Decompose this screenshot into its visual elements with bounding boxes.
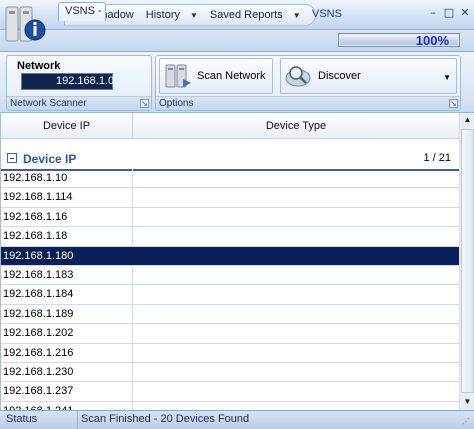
table-row[interactable]: 192.168.1.180 xyxy=(1,246,459,266)
network-scanner-group-label: Network Scanner xyxy=(7,96,151,110)
device-type-cell xyxy=(133,305,459,323)
group-page-count: 1 / 21 xyxy=(423,152,451,164)
options-group: Scan Network Discover ▼ Options ↘ xyxy=(155,55,461,111)
device-ip-cell: 192.168.1.16 xyxy=(1,207,133,227)
device-type-cell xyxy=(133,247,459,265)
qat-saved-reports-label: Saved Reports xyxy=(209,9,283,21)
ribbon: Network 192.168.1.0 Network Scanner ↘ Sc… xyxy=(0,51,474,113)
table-row[interactable]: 192.168.1.216 xyxy=(1,343,459,363)
qat-history-button[interactable]: History ▼ xyxy=(140,6,204,24)
table-row[interactable]: 192.168.1.114 xyxy=(1,188,459,208)
device-type-cell xyxy=(133,363,459,381)
scroll-up-icon[interactable]: ▲ xyxy=(461,114,474,127)
table-row[interactable]: 192.168.1.237 xyxy=(1,382,459,402)
maximize-icon[interactable]: □ xyxy=(442,7,456,21)
column-header-device-ip[interactable]: Device IP xyxy=(1,113,133,139)
device-ip-cell: 192.168.1.189 xyxy=(1,304,133,324)
device-grid: Device IP Device Type Device IP 1 / 21 1… xyxy=(0,113,474,422)
device-ip-cell: 192.168.1.216 xyxy=(1,343,133,362)
app-logo-icon[interactable] xyxy=(4,3,52,45)
qat-history-label: History xyxy=(145,9,180,21)
chevron-down-icon: ▼ xyxy=(190,10,198,20)
device-ip-cell: 192.168.1.184 xyxy=(1,285,133,304)
device-type-cell xyxy=(133,266,459,284)
table-row[interactable]: 192.168.1.230 xyxy=(1,362,459,383)
table-row[interactable]: 192.168.1.18 xyxy=(1,227,459,247)
scan-progress-bar: 100% xyxy=(338,33,460,48)
table-row[interactable]: 192.168.1.183 xyxy=(1,265,459,286)
device-type-cell xyxy=(133,324,459,342)
device-ip-cell: 192.168.1.10 xyxy=(1,169,133,188)
discover-icon xyxy=(285,66,311,87)
collapse-icon[interactable] xyxy=(7,153,17,163)
chevron-down-icon: ▼ xyxy=(292,10,301,20)
minimize-icon[interactable]: – xyxy=(426,7,440,21)
network-scanner-group: Network 192.168.1.0 Network Scanner ↘ xyxy=(6,55,152,111)
status-label: Status xyxy=(0,411,78,429)
network-field-label: Network xyxy=(17,60,61,72)
tab-vsns[interactable]: VSNS - xyxy=(58,2,106,21)
group-title: Device IP xyxy=(23,152,77,166)
discover-label: Discover xyxy=(318,70,361,82)
network-input[interactable]: 192.168.1.0 xyxy=(21,73,114,90)
dialog-launcher-icon[interactable]: ↘ xyxy=(449,99,458,108)
table-row[interactable]: 192.168.1.202 xyxy=(1,324,459,344)
scan-network-label: Scan Network xyxy=(197,70,266,82)
progress-text: 100% xyxy=(415,33,449,48)
column-header-device-type[interactable]: Device Type xyxy=(133,113,459,139)
device-type-cell xyxy=(133,208,459,226)
device-type-cell xyxy=(133,188,459,206)
dialog-launcher-icon[interactable]: ↘ xyxy=(140,99,149,108)
device-type-cell xyxy=(133,227,459,245)
resize-grip-icon[interactable]: ⋰ xyxy=(462,417,472,427)
device-ip-cell: 192.168.1.230 xyxy=(1,362,133,382)
device-ip-cell: 192.168.1.237 xyxy=(1,382,133,401)
vertical-scrollbar[interactable]: ▲ ▼ xyxy=(459,113,474,410)
window-title: VSNS xyxy=(312,8,342,20)
table-row[interactable]: 192.168.1.16 xyxy=(1,207,459,228)
device-ip-cell: 192.168.1.183 xyxy=(1,265,133,285)
scan-network-icon xyxy=(165,64,191,88)
device-type-cell xyxy=(133,169,459,187)
table-row[interactable]: 192.168.1.10 xyxy=(1,169,459,189)
scan-network-button[interactable]: Scan Network xyxy=(159,58,273,94)
device-ip-cell: 192.168.1.180 xyxy=(1,246,133,265)
device-type-cell xyxy=(133,285,459,303)
device-rows: 192.168.1.10 192.168.1.114 192.168.1.16 192… xyxy=(1,169,459,422)
table-row[interactable]: 192.168.1.184 xyxy=(1,285,459,305)
column-header-row: Device IP Device Type xyxy=(1,113,459,139)
options-group-label: Options xyxy=(156,96,460,110)
device-type-cell xyxy=(133,344,459,362)
scroll-down-icon[interactable]: ▼ xyxy=(461,396,474,409)
chevron-down-icon[interactable]: ▼ xyxy=(443,73,451,82)
table-row[interactable]: 192.168.1.189 xyxy=(1,304,459,325)
window-controls: – □ ✕ xyxy=(426,7,472,21)
device-ip-cell: 192.168.1.18 xyxy=(1,227,133,246)
close-icon[interactable]: ✕ xyxy=(458,7,472,21)
device-type-cell xyxy=(133,382,459,400)
device-ip-cell: 192.168.1.114 xyxy=(1,188,133,207)
scroll-thumb[interactable] xyxy=(461,129,474,393)
group-row: Device IP 1 / 21 xyxy=(1,149,459,171)
qat-saved-reports-button[interactable]: Saved Reports ▼ xyxy=(204,6,307,24)
device-ip-cell: 192.168.1.202 xyxy=(1,324,133,343)
status-bar: Status Scan Finished - 20 Devices Found … xyxy=(0,410,474,429)
discover-button[interactable]: Discover ▼ xyxy=(280,58,457,94)
status-message: Scan Finished - 20 Devices Found xyxy=(81,413,250,425)
